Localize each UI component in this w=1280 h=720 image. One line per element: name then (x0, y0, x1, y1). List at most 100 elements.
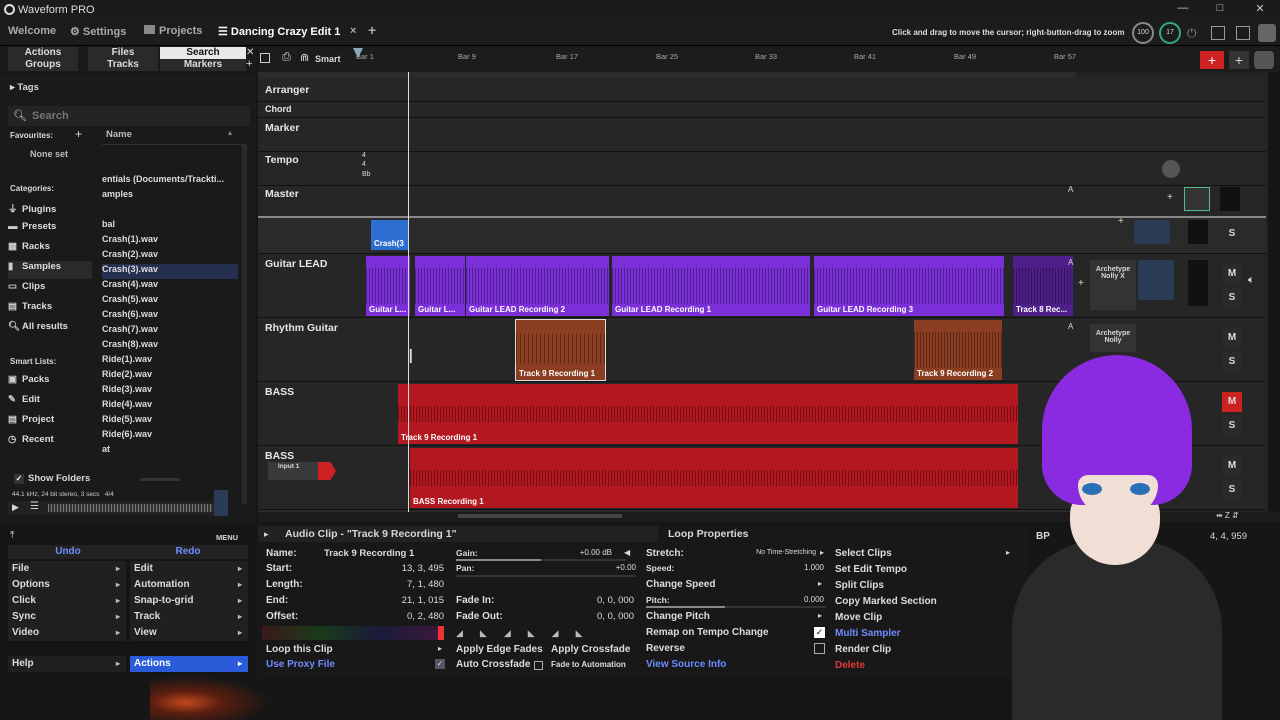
crash-clip[interactable]: Crash(3 (371, 220, 409, 250)
show-folders-toggle[interactable]: ✓ Show Folders (14, 473, 90, 484)
category-clips[interactable]: ▭ Clips (8, 281, 98, 299)
menu-video[interactable]: Video ▸ (8, 625, 126, 641)
speaker-icon[interactable]: ◀ (624, 548, 630, 557)
clip-action-set-edit-tempo[interactable]: Set Edit Tempo (835, 564, 907, 580)
file-list-item[interactable]: Ride(3).wav (102, 384, 152, 399)
gain-field[interactable]: +0.00 dB (558, 548, 612, 557)
guitar-plugin-archetype[interactable]: Archetype Nolly X (1090, 260, 1136, 310)
search-box[interactable]: 🔍︎ (8, 106, 250, 126)
remap-tempo-item[interactable]: Remap on Tempo Change (646, 627, 769, 643)
save-icon[interactable]: ⎙ (282, 51, 291, 64)
guitar-add-plugin-icon[interactable]: + (1078, 278, 1084, 289)
category-presets[interactable]: ▬ Presets (8, 221, 98, 239)
guitar-mute-button[interactable]: M (1222, 264, 1242, 284)
browser-tab-tracks[interactable]: Tracks (88, 59, 158, 71)
smart-tool-label[interactable]: Smart (315, 54, 341, 64)
menu-sync[interactable]: Sync ▸ (8, 609, 126, 625)
window-layout-icon[interactable] (1211, 26, 1225, 40)
guitar-plugin-eq[interactable] (1138, 260, 1174, 300)
tab-settings[interactable]: ⚙ Settings (70, 25, 130, 41)
record-arm-icon[interactable] (318, 462, 336, 480)
guitar-clip-track8[interactable]: Track 8 Rec... (1013, 256, 1073, 316)
rhythm-mute-button[interactable]: M (1222, 328, 1242, 348)
guitar-auto-label[interactable]: A (1068, 258, 1073, 267)
category-tracks[interactable]: ▤ Tracks (8, 301, 98, 319)
bass1-mute-button[interactable]: M (1222, 392, 1242, 412)
add-browser-icon[interactable]: + (246, 58, 252, 70)
add-favourite-button[interactable]: + (75, 127, 82, 141)
menu-snap-to-grid[interactable]: Snap-to-grid ▸ (130, 593, 248, 609)
clip-name-field[interactable]: Track 9 Recording 1 (324, 548, 424, 559)
menu-track[interactable]: Track ▸ (130, 609, 248, 625)
category-all-results[interactable]: 🔍︎ All results (8, 321, 98, 339)
file-list-item[interactable]: Crash(4).wav (102, 279, 158, 294)
end-field[interactable]: 21, 1, 015 (358, 595, 444, 606)
change-speed-item[interactable]: Change Speed (646, 579, 715, 595)
clip-action-split-clips[interactable]: Split Clips (835, 580, 884, 596)
speed-field[interactable]: 1.000 (764, 563, 824, 572)
play-icon[interactable]: ▶ (12, 502, 19, 513)
tab-edit[interactable]: ☰ Dancing Crazy Edit 1 (218, 25, 358, 41)
clip-color-picker[interactable] (262, 626, 444, 640)
file-list-item[interactable]: at (102, 444, 110, 459)
ruler-bar-label[interactable]: Bar 33 (755, 52, 777, 61)
auto-crossfade-checkbox[interactable] (534, 661, 543, 670)
menu-edit[interactable]: Edit ▸ (130, 561, 248, 577)
volume-icon[interactable]: 🔈︎ (1248, 274, 1255, 287)
proxy-checkbox[interactable]: ✓ (435, 659, 445, 669)
edge-fades-button[interactable]: Apply Edge Fades (456, 644, 543, 660)
tempo-knob-icon[interactable] (1162, 160, 1180, 178)
smart-list-recent[interactable]: ◷ Recent (8, 434, 98, 452)
undo-button[interactable]: Undo (8, 545, 128, 559)
clip-action-render-clip[interactable]: Render Clip (835, 644, 891, 660)
guitar-clip-rec3[interactable]: Guitar LEAD Recording 3 (814, 256, 1004, 316)
tags-toggle[interactable]: ▸ Tags (10, 82, 39, 93)
preview-waveform[interactable] (48, 504, 213, 512)
master-auto-label[interactable]: A (1068, 185, 1073, 194)
file-list-item[interactable]: amples (102, 189, 133, 204)
menu-automation[interactable]: Automation ▸ (130, 577, 248, 593)
file-list-item[interactable]: Crash(7).wav (102, 324, 158, 339)
file-list-item[interactable]: Ride(4).wav (102, 399, 152, 414)
guitar-solo-button[interactable]: S (1222, 288, 1242, 308)
playhead[interactable] (408, 72, 409, 512)
name-column-header[interactable]: Name (106, 129, 132, 140)
file-list-item[interactable]: Ride(1).wav (102, 354, 152, 369)
file-list-item[interactable]: Crash(1).wav (102, 234, 158, 249)
search-input[interactable] (32, 108, 242, 124)
clip-action-delete[interactable]: Delete (835, 660, 865, 676)
browser-tab-groups[interactable]: Groups (8, 59, 78, 71)
magnet-icon[interactable]: ⋒ (300, 51, 309, 64)
preview-bar[interactable]: ▶ ☰ (8, 501, 218, 515)
category-plugins[interactable]: ⏚ Plugins (8, 201, 98, 219)
file-list-item[interactable]: Ride(2).wav (102, 369, 152, 384)
tab-close-button[interactable]: × (350, 25, 356, 41)
change-pitch-item[interactable]: Change Pitch (646, 611, 710, 627)
offset-field[interactable]: 0, 2, 480 (358, 611, 444, 622)
reverse-item[interactable]: Reverse (646, 643, 685, 659)
smart-list-edit[interactable]: ✎ Edit (8, 394, 98, 412)
crossfade-button[interactable]: Apply Crossfade (551, 644, 630, 660)
ruler-bar-label[interactable]: Bar 41 (854, 52, 876, 61)
arranger-track[interactable]: Arranger (258, 78, 1266, 102)
ruler-bar-label[interactable]: Bar 57 (1054, 52, 1076, 61)
marker-track[interactable]: Marker (258, 118, 1266, 152)
file-list-item[interactable]: entials (Documents/Trackti... (102, 174, 224, 189)
rhythm-clip-2[interactable]: Track 9 Recording 2 (914, 320, 1002, 380)
sort-icon[interactable]: ▴ (228, 128, 232, 137)
rhythm-solo-button[interactable]: S (1222, 352, 1242, 372)
fade-automation-item[interactable]: Fade to Automation (551, 660, 626, 676)
loop-clip-item[interactable]: Loop this Clip (266, 644, 333, 660)
start-field[interactable]: 13, 3, 495 (358, 563, 444, 574)
bass1-clip[interactable]: Track 9 Recording 1 (398, 384, 1018, 444)
add-track-button[interactable]: + (1200, 51, 1224, 69)
view-source-info-item[interactable]: View Source Info (646, 659, 726, 675)
track1-solo-button[interactable]: S (1222, 224, 1242, 244)
file-list-item[interactable]: Crash(5).wav (102, 294, 158, 309)
clip-action-multi-sampler[interactable]: Multi Sampler (835, 628, 901, 644)
guitar-clip-rec2[interactable]: Guitar LEAD Recording 2 (466, 256, 609, 316)
arrangement-scroll-thumb[interactable] (458, 514, 622, 518)
ruler-bar-label[interactable]: Bar 49 (954, 52, 976, 61)
tempo-track[interactable]: Tempo 4 4 Bb (258, 152, 1266, 186)
window-icon[interactable] (260, 53, 270, 63)
